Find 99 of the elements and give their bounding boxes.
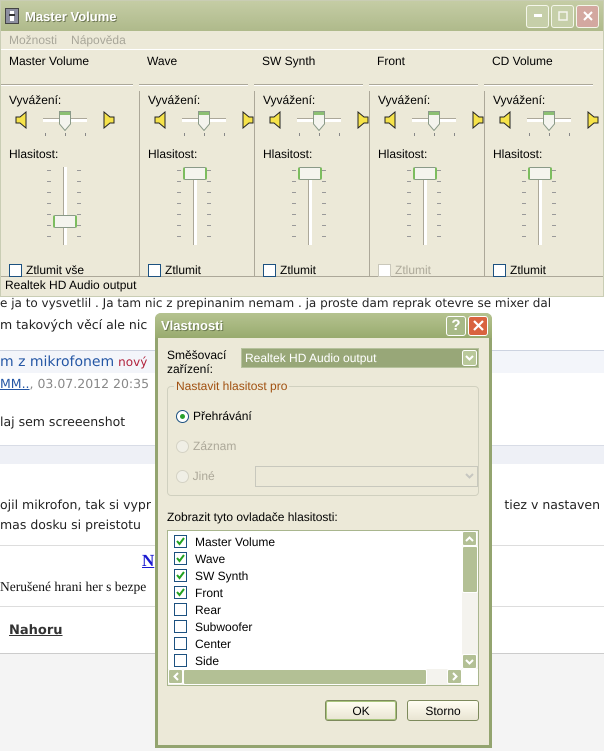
vertical-scrollbar[interactable] [462, 531, 478, 669]
speaker-icon [154, 111, 168, 129]
mute-checkbox[interactable] [9, 264, 22, 276]
mute-label: Ztlumit [280, 263, 316, 277]
post-text: ojil mikrofon, tak si vypr [0, 496, 151, 514]
slider-thumb[interactable] [53, 215, 77, 228]
ad-text: Nerušené hrani her s bezpe [0, 578, 146, 596]
control-checkbox[interactable] [174, 603, 187, 616]
volume-label: Hlasitost: [378, 147, 428, 163]
mute-checkbox[interactable] [148, 264, 161, 276]
minimize-icon [534, 14, 542, 18]
status-text: Realtek HD Audio output [5, 278, 136, 292]
controls-label: Zobrazit tyto ovladače hlasitosti: [167, 510, 339, 526]
new-label: nový [118, 355, 148, 369]
minimize-button[interactable] [526, 4, 549, 28]
speaker-icon [585, 111, 599, 129]
post-text: tiez v nastaven [504, 496, 600, 514]
control-label: Front [195, 586, 224, 600]
mute-label: Ztlumit vše [26, 263, 84, 277]
close-icon [472, 320, 484, 331]
ok-button[interactable]: OK [325, 700, 397, 721]
horizontal-scrollbar[interactable] [168, 669, 462, 685]
balance-label: Vyvážení: [493, 93, 546, 109]
control-checkbox[interactable] [174, 535, 187, 548]
slider-thumb[interactable] [198, 111, 210, 131]
close-icon [582, 11, 592, 21]
control-label: Center [195, 636, 232, 650]
balance-label: Vyvážení: [9, 93, 62, 109]
slider-thumb[interactable] [298, 167, 322, 180]
post-text: laj sem screeenshot [0, 413, 126, 431]
control-label: Master Volume [195, 534, 276, 548]
control-checkbox[interactable] [174, 637, 187, 650]
control-checkbox[interactable] [174, 586, 187, 599]
topic-link[interactable]: m z mikrofonem [0, 354, 114, 370]
ad-link[interactable]: N [142, 551, 154, 570]
channel-name: Wave [147, 54, 178, 68]
control-label: Side [195, 654, 220, 668]
scroll-down-icon [465, 658, 474, 664]
slider-thumb[interactable] [313, 111, 325, 131]
dialog-title: Vlastnosti [161, 318, 224, 333]
mute-checkbox[interactable] [493, 264, 506, 276]
scroll-up-icon [465, 536, 474, 542]
close-button[interactable] [576, 4, 599, 28]
speaker-icon [101, 111, 115, 129]
volume-label: Hlasitost: [148, 147, 198, 163]
control-checkbox[interactable] [174, 654, 187, 667]
control-checkbox[interactable] [174, 552, 187, 565]
slider-thumb[interactable] [413, 167, 437, 180]
balance-label: Vyvážení: [378, 93, 432, 109]
control-label: SW Synth [195, 568, 248, 582]
slider-thumb[interactable] [528, 167, 552, 180]
channel-name: SW Synth [262, 54, 316, 68]
maximize-icon [558, 11, 568, 21]
speaker-icon [269, 111, 283, 129]
post-text: e ja to vysvetlil . Ja tam nic z prepinanim nemam . ja proste dam reprak otevre se mixer dal [0, 296, 552, 311]
control-checkbox[interactable] [174, 569, 187, 582]
radio-label: Záznam [193, 439, 236, 453]
group-label: Nastavit hlasitost pro [174, 379, 290, 393]
control-label: Rear [195, 602, 222, 616]
mute-label: Ztlumit [510, 263, 546, 277]
app-icon [5, 8, 19, 24]
post-text: m takových věcí ale nic [0, 316, 148, 334]
slider-thumb[interactable] [59, 111, 71, 131]
speaker-icon [499, 111, 513, 129]
scroll-right-icon [452, 672, 458, 681]
author-link[interactable]: MM.. [0, 376, 30, 391]
maximize-button[interactable] [551, 4, 574, 28]
balance-label: Vyvážení: [263, 93, 316, 109]
slider-thumb[interactable] [183, 167, 207, 180]
speaker-icon [355, 111, 369, 129]
volume-label: Hlasitost: [9, 147, 60, 163]
control-label: Subwoofer [195, 620, 252, 634]
channel-name: Master Volume [9, 54, 90, 68]
radio-label: Jiné [192, 469, 216, 483]
top-link[interactable]: Nahoru [9, 623, 63, 638]
mute-label: Ztlumit [165, 263, 201, 277]
speaker-icon [240, 111, 254, 129]
channel-name: CD Volume [492, 54, 553, 68]
volume-label: Hlasitost: [263, 147, 314, 163]
speaker-icon [384, 111, 398, 129]
speaker-icon [15, 111, 29, 129]
scroll-left-icon [172, 672, 178, 681]
balance-label: Vyvážení: [148, 93, 202, 109]
cancel-button[interactable]: Storno [407, 700, 479, 721]
control-label: Wave [195, 552, 226, 566]
mute-checkbox[interactable] [263, 264, 276, 276]
post-date: , 03.07.2012 20:35 [30, 376, 150, 391]
channel-name: Front [377, 54, 406, 68]
slider-thumb[interactable] [428, 111, 440, 131]
mute-label: Ztlumit [395, 263, 431, 277]
volume-label: Hlasitost: [493, 147, 544, 163]
window-title: Master Volume [25, 8, 117, 24]
control-checkbox[interactable] [174, 620, 187, 633]
radio-label: Přehrávání [193, 409, 252, 423]
speaker-icon [470, 111, 484, 129]
radio-button[interactable] [176, 410, 189, 422]
post-text: mas dosku si preistotu [0, 516, 141, 534]
slider-thumb[interactable] [543, 111, 555, 131]
device-label: Směšovací zařízení: [167, 348, 228, 378]
